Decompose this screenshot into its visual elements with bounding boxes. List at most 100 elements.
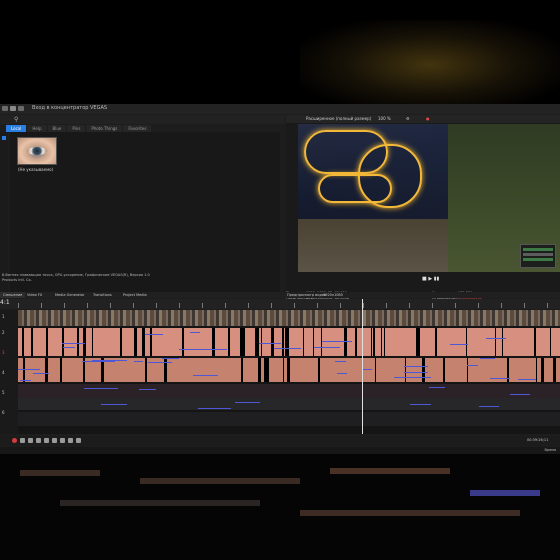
preview-settings-icon[interactable]: ⚙ [406, 116, 410, 121]
volume-envelope[interactable] [18, 368, 40, 370]
volume-envelope[interactable] [486, 338, 507, 340]
video-preview-pane: Расширенное (полный размер) 100 % ⚙ ● ■ … [286, 115, 560, 300]
volume-envelope[interactable] [198, 408, 231, 410]
volume-envelope[interactable] [410, 403, 432, 405]
media-thumbnail[interactable] [17, 137, 57, 165]
track-number[interactable]: 1 [2, 314, 5, 319]
ruler-tick [87, 303, 88, 308]
volume-envelope[interactable] [148, 362, 172, 364]
ruler-tick [294, 303, 295, 308]
volume-envelope[interactable] [62, 346, 75, 348]
volume-envelope[interactable] [449, 344, 469, 346]
tab-project-media[interactable]: Project Media [120, 292, 150, 298]
video-track-clip[interactable] [18, 310, 560, 326]
tab-media-generator[interactable]: Media Generator [52, 292, 87, 298]
volume-envelope[interactable] [509, 394, 531, 396]
volume-envelope[interactable] [403, 366, 429, 368]
clip-edge [285, 328, 289, 356]
volume-envelope[interactable] [489, 377, 510, 379]
volume-envelope[interactable] [19, 379, 31, 381]
ruler-tick [432, 303, 433, 308]
tab-video-fx[interactable]: Video FX [24, 292, 45, 298]
volume-envelope[interactable] [192, 374, 218, 376]
track-number[interactable]: 6 [2, 410, 5, 415]
clip-edge [22, 358, 25, 382]
explorer-toolbar: ⚲ [0, 115, 285, 124]
volume-envelope[interactable] [394, 377, 432, 379]
timeline-tracks: 1 2 3 4 5 6 [0, 310, 560, 434]
volume-envelope[interactable] [273, 348, 301, 350]
volume-envelope[interactable] [161, 358, 180, 360]
volume-envelope[interactable] [258, 342, 282, 344]
tab-transitions[interactable]: Transitions [90, 292, 115, 298]
volume-envelope[interactable] [337, 373, 347, 375]
audio-track-1[interactable] [18, 328, 560, 356]
timeline-ruler[interactable] [18, 299, 560, 309]
volume-envelope[interactable] [479, 405, 499, 407]
status-line-2: Products Intl. Co. [2, 278, 32, 282]
volume-envelope[interactable] [144, 334, 164, 336]
track-number[interactable]: 3 [2, 350, 5, 355]
volume-envelope[interactable] [234, 401, 260, 403]
tab-blue[interactable]: Blue [47, 125, 67, 132]
loop-button[interactable] [20, 438, 25, 443]
volume-envelope[interactable] [361, 369, 373, 371]
save-icon[interactable] [10, 106, 16, 111]
play-button[interactable] [36, 438, 41, 443]
next-frame-button[interactable] [68, 438, 73, 443]
audio-track-4[interactable] [18, 398, 560, 410]
track-number[interactable]: 5 [2, 390, 5, 395]
preview-mode[interactable]: Расширенное (полный размер) [306, 116, 371, 121]
volume-envelope[interactable] [84, 388, 118, 390]
sidebar-marker[interactable] [2, 136, 6, 140]
audio-track-5[interactable] [18, 412, 560, 426]
volume-envelope[interactable] [518, 378, 537, 380]
title-bar: Вход в концентратор VEGAS [0, 104, 560, 114]
preview-toolbar: Расширенное (полный размер) 100 % ⚙ ● [286, 115, 560, 123]
clip-edge [383, 328, 385, 356]
volume-envelope[interactable] [467, 365, 478, 367]
track-number[interactable]: 4 [2, 370, 5, 375]
preview-transport[interactable]: ■ ▶ ▮▮ [422, 276, 439, 282]
undo-icon[interactable] [18, 106, 24, 111]
audio-track-3[interactable] [18, 384, 560, 398]
tab-mixing[interactable]: Смешение [0, 292, 26, 298]
clip-edge [540, 358, 544, 382]
volume-envelope[interactable] [314, 347, 340, 349]
playhead-cursor[interactable] [362, 299, 363, 434]
clip-edge [21, 328, 24, 356]
volume-envelope[interactable] [428, 386, 446, 388]
pause-button[interactable] [44, 438, 49, 443]
clip-edge [240, 358, 243, 382]
volume-envelope[interactable] [322, 340, 352, 342]
tab-photo-things[interactable]: Photo Things [86, 125, 123, 132]
media-explorer: (Не указываемо) [10, 132, 280, 292]
volume-envelope[interactable] [189, 332, 200, 334]
record-button[interactable] [12, 438, 17, 443]
volume-envelope[interactable] [134, 361, 144, 363]
tab-favorites[interactable]: Favorites [123, 125, 152, 132]
preview-record-icon[interactable]: ● [426, 116, 430, 121]
go-end-button[interactable] [76, 438, 81, 443]
volume-envelope[interactable] [178, 349, 203, 351]
tab-help[interactable]: Help [27, 125, 47, 132]
volume-envelope[interactable] [479, 357, 496, 359]
tab-local[interactable]: Local [6, 125, 27, 132]
volume-envelope[interactable] [335, 360, 346, 362]
preview-zoom[interactable]: 100 % [378, 116, 391, 121]
prev-frame-button[interactable] [60, 438, 65, 443]
volume-envelope[interactable] [100, 403, 128, 405]
volume-envelope[interactable] [404, 372, 429, 374]
volume-envelope[interactable] [33, 372, 50, 374]
track-number[interactable]: 2 [2, 330, 5, 335]
search-icon[interactable]: ⚲ [14, 116, 18, 123]
volume-envelope[interactable] [91, 360, 128, 362]
volume-envelope[interactable] [62, 343, 85, 345]
clip-edge [76, 328, 79, 356]
play-start-button[interactable] [28, 438, 33, 443]
clip-edge [91, 328, 93, 356]
volume-envelope[interactable] [82, 361, 116, 363]
volume-envelope[interactable] [139, 389, 157, 391]
stop-button[interactable] [52, 438, 57, 443]
tab-pins[interactable]: Pins [67, 125, 86, 132]
